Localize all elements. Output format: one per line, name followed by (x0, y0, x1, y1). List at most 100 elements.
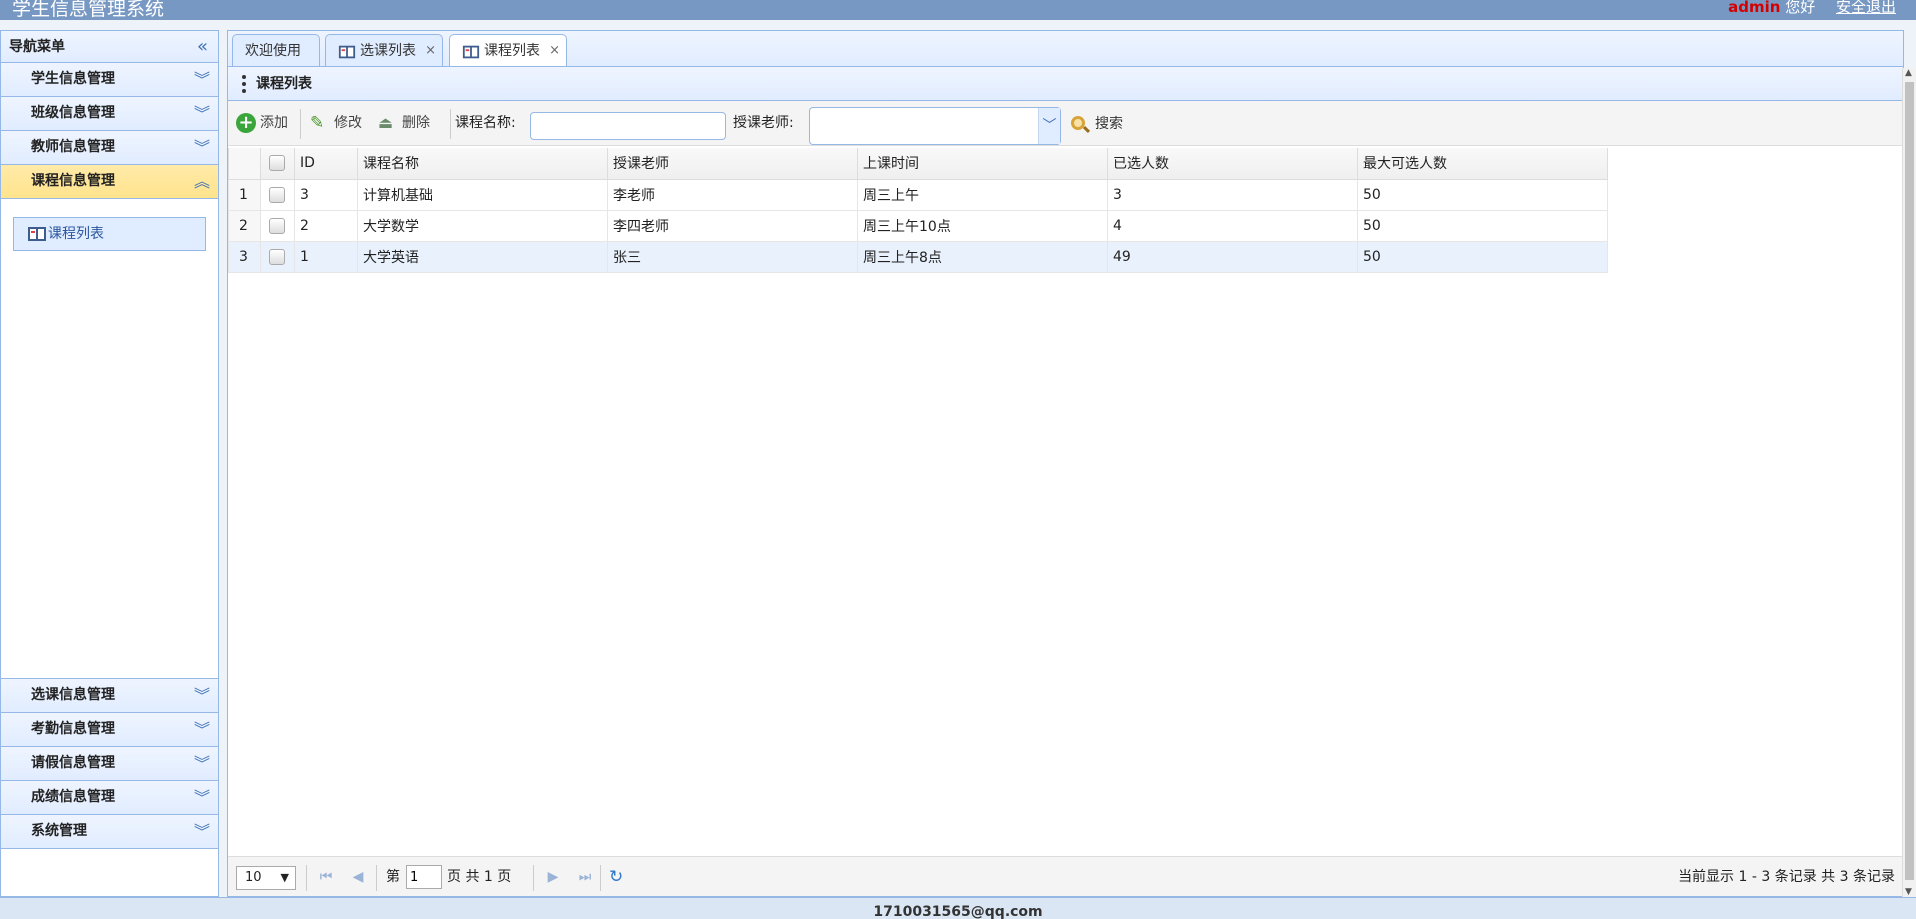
select-all-checkbox[interactable] (269, 155, 285, 172)
tab-label: 课程列表 (484, 43, 540, 59)
row-checkbox[interactable] (269, 186, 285, 203)
greeting: 您好 (1785, 0, 1816, 16)
column-header-teacher[interactable]: 授课老师 (607, 148, 858, 180)
sidebar-item-label: 课程列表 (48, 226, 104, 242)
tab-label: 欢迎使用 (245, 43, 301, 59)
column-header-time[interactable]: 上课时间 (857, 148, 1108, 180)
vertical-scrollbar[interactable]: ▲ ▼ (1902, 68, 1916, 897)
tab-label: 选课列表 (360, 43, 416, 59)
nav-group-label: 教师信息管理 (31, 139, 115, 155)
logout-link[interactable]: 安全退出 (1836, 0, 1896, 16)
sidebar-item-course-list[interactable]: 课程列表 (13, 217, 206, 251)
chevron-down-icon: ︾ (193, 686, 210, 705)
nav-group-score[interactable]: 成绩信息管理 ︾ (1, 781, 218, 815)
row-checkbox-cell (260, 240, 295, 273)
add-icon: + (236, 113, 256, 133)
chevron-down-icon[interactable]: ﹀ (1038, 108, 1060, 144)
first-page-icon[interactable]: ⏮ (316, 867, 336, 887)
edit-button[interactable]: ✎ 修改 (310, 113, 362, 133)
nav-group-label: 班级信息管理 (31, 105, 115, 121)
column-header-course-name[interactable]: 课程名称 (357, 148, 608, 180)
username: admin (1728, 0, 1781, 16)
edit-label: 修改 (334, 115, 362, 131)
close-icon[interactable]: × (549, 35, 560, 67)
pager-divider (533, 865, 534, 891)
row-checkbox[interactable] (269, 248, 285, 265)
next-page-icon[interactable]: ▶ (543, 867, 563, 887)
book-icon (462, 45, 480, 59)
row-number-header (228, 148, 261, 180)
nav-group-class[interactable]: 班级信息管理 ︾ (1, 97, 218, 131)
cell-max-count: 50 (1357, 240, 1608, 273)
scroll-up-icon[interactable]: ▲ (1905, 68, 1912, 78)
teacher-select[interactable]: ﹀ (809, 107, 1061, 145)
dropdown-arrow-icon: ▼ (280, 871, 289, 884)
nav-group-system[interactable]: 系统管理 ︾ (1, 815, 218, 849)
toolbar-divider (450, 109, 451, 139)
nav-group-attendance[interactable]: 考勤信息管理 ︾ (1, 713, 218, 747)
nav-group-course[interactable]: 课程信息管理 ︽ (1, 165, 218, 199)
nav-group-selection[interactable]: 选课信息管理 ︾ (1, 679, 218, 713)
collapse-nav-icon[interactable]: « (197, 31, 208, 63)
menu-dots-icon (242, 75, 246, 93)
nav-title: 导航菜单 (9, 39, 65, 55)
nav-group-body: 课程列表 (1, 199, 218, 679)
scroll-down-icon[interactable]: ▼ (1905, 887, 1912, 897)
column-header-selected-count[interactable]: 已选人数 (1107, 148, 1358, 180)
cell-max-count: 50 (1357, 209, 1608, 242)
pagination-bar: 10 ▼ ⏮ ◀ 第 页 共 1 页 ▶ ⏭ ↻ 当前显示 1 - 3 条记录 … (228, 856, 1903, 896)
prev-page-icon[interactable]: ◀ (348, 867, 368, 887)
row-number: 2 (228, 209, 261, 242)
course-name-input[interactable] (530, 112, 726, 140)
app-header: 学生信息管理系统 admin 您好 安全退出 (0, 0, 1916, 20)
tab-welcome[interactable]: 欢迎使用 (232, 34, 320, 67)
refresh-icon[interactable]: ↻ (609, 867, 623, 887)
footer: 1710031565@qq.com (0, 897, 1916, 919)
cell-selected-count: 3 (1107, 178, 1358, 211)
scrollbar-thumb[interactable] (1905, 82, 1914, 880)
teacher-label: 授课老师: (733, 115, 794, 131)
cell-id: 3 (294, 178, 358, 211)
page-number-input[interactable] (406, 865, 442, 889)
tab-selection-list[interactable]: 选课列表 × (325, 34, 443, 67)
table-row[interactable]: 1 3 计算机基础 李老师 周三上午 3 50 (228, 178, 1608, 211)
last-page-icon[interactable]: ⏭ (575, 867, 595, 887)
toolbar: + 添加 ✎ 修改 ⏏ 删除 课程名称: 授课老师: ﹀ 搜索 (228, 101, 1903, 146)
nav-group-label: 请假信息管理 (31, 755, 115, 771)
row-number: 3 (228, 240, 261, 273)
page-size-select[interactable]: 10 ▼ (236, 866, 296, 890)
delete-button[interactable]: ⏏ 删除 (378, 113, 430, 133)
chevron-down-icon: ︾ (193, 720, 210, 739)
delete-icon: ⏏ (378, 113, 394, 132)
nav-group-label: 系统管理 (31, 823, 87, 839)
column-header-id[interactable]: ID (294, 148, 358, 180)
nav-group-leave[interactable]: 请假信息管理 ︾ (1, 747, 218, 781)
cell-course-name: 大学数学 (357, 209, 608, 242)
nav-header: 导航菜单 « (1, 31, 218, 63)
column-header-max-count[interactable]: 最大可选人数 (1357, 148, 1608, 180)
row-checkbox[interactable] (269, 217, 285, 234)
pencil-icon: ✎ (310, 113, 325, 133)
chevron-down-icon: ︾ (193, 70, 210, 89)
cell-course-name: 大学英语 (357, 240, 608, 273)
chevron-down-icon: ︾ (193, 822, 210, 841)
cell-selected-count: 49 (1107, 240, 1358, 273)
table-row[interactable]: 3 1 大学英语 张三 周三上午8点 49 50 (228, 240, 1608, 273)
table-row[interactable]: 2 2 大学数学 李四老师 周三上午10点 4 50 (228, 209, 1608, 242)
nav-group-student[interactable]: 学生信息管理 ︾ (1, 63, 218, 97)
cell-selected-count: 4 (1107, 209, 1358, 242)
nav-group-teacher[interactable]: 教师信息管理 ︾ (1, 131, 218, 165)
chevron-down-icon: ︾ (193, 754, 210, 773)
nav-group-label: 选课信息管理 (31, 687, 115, 703)
chevron-down-icon: ︾ (193, 138, 210, 157)
nav-group-label: 成绩信息管理 (31, 789, 115, 805)
search-label: 搜索 (1095, 116, 1123, 132)
tab-course-list[interactable]: 课程列表 × (449, 34, 567, 68)
main-panel: 课程列表 + 添加 ✎ 修改 ⏏ 删除 课程名称: 授课老师: ﹀ 搜索 ID … (227, 66, 1904, 897)
search-button[interactable]: 搜索 (1071, 114, 1123, 134)
close-icon[interactable]: × (425, 35, 436, 67)
nav-group-label: 课程信息管理 (31, 173, 115, 189)
nav-group-label: 考勤信息管理 (31, 721, 115, 737)
add-button[interactable]: + 添加 (236, 113, 288, 133)
page-suffix: 页 共 1 页 (447, 869, 512, 885)
